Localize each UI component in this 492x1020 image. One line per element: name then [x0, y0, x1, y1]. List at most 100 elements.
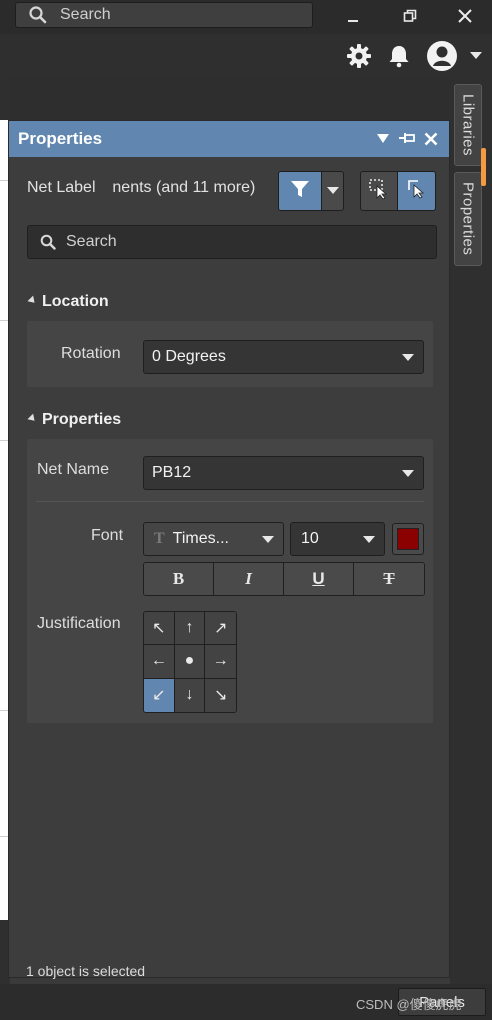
watermark: CSDN @傻傻虎虎 — [356, 997, 462, 1012]
rotation-select[interactable]: 0 Degrees — [143, 340, 424, 374]
close-icon[interactable] — [452, 4, 478, 28]
collapse-triangle-icon — [27, 295, 38, 306]
arrow-up-icon: ↑ — [185, 619, 194, 637]
justify-top-center[interactable]: ↑ — [174, 612, 206, 646]
properties-section-header[interactable]: Properties — [27, 411, 121, 429]
properties-section-title: Properties — [42, 411, 122, 428]
truetype-font-icon: T — [154, 530, 165, 547]
select-objects-button[interactable] — [360, 171, 398, 211]
panel-title: Properties — [18, 129, 103, 148]
arrow-down-left-icon: ↙ — [152, 687, 166, 705]
pin-icon[interactable] — [397, 129, 417, 149]
object-type-row: Net Label nents (and 11 more) — [27, 171, 437, 211]
justify-center-right[interactable]: → — [205, 645, 236, 679]
filter-button[interactable] — [278, 171, 322, 211]
arrow-up-left-icon: ↖ — [152, 620, 166, 638]
object-type-name: Net Label — [27, 179, 96, 196]
underline-button[interactable]: U — [284, 563, 354, 595]
justification-grid: ↖ ↑ ↗ ← ● → ↙ ↓ ↘ — [143, 611, 237, 713]
bold-button[interactable]: B — [144, 563, 214, 595]
rotation-label: Rotation — [61, 345, 121, 362]
selection-status: 1 object is selected — [26, 963, 146, 979]
font-style-buttons: B I U T — [143, 562, 425, 596]
properties-panel: Properties Net Label nents (and 11 more) — [8, 120, 450, 979]
justify-top-left[interactable]: ↖ — [144, 612, 175, 646]
arrow-left-icon: ← — [150, 652, 167, 670]
object-type-label: Net Label nents (and 11 more) — [27, 179, 277, 197]
rotation-value: 0 Degrees — [152, 348, 226, 365]
location-section-header[interactable]: Location — [27, 293, 109, 311]
panel-menu-icon[interactable] — [373, 129, 393, 149]
font-color-swatch — [397, 528, 419, 550]
font-color-button[interactable] — [392, 523, 424, 555]
global-search-placeholder: Search — [60, 6, 111, 23]
tab-libraries-label: Libraries — [459, 93, 477, 157]
justify-top-right[interactable]: ↗ — [205, 612, 236, 646]
justify-center-left[interactable]: ← — [144, 645, 175, 679]
net-name-value: PB12 — [152, 464, 192, 481]
filter-dropdown-button[interactable] — [322, 171, 344, 211]
panel-header: Properties — [9, 121, 449, 157]
collapse-triangle-icon — [27, 413, 38, 424]
underline-icon: U — [312, 569, 325, 588]
italic-icon: I — [245, 569, 252, 588]
justify-bottom-right[interactable]: ↘ — [205, 678, 236, 712]
font-label: Font — [91, 527, 124, 544]
justification-label: Justification — [37, 615, 121, 632]
panel-search-input[interactable]: Search — [27, 225, 437, 259]
tab-properties-label: Properties — [459, 182, 477, 256]
filter-icon — [290, 179, 310, 204]
title-bar: Search — [0, 0, 492, 34]
search-icon — [39, 233, 57, 251]
select-objects-icon — [368, 178, 390, 205]
minimize-icon[interactable] — [340, 4, 366, 28]
properties-group: Net Name PB12 Font T Times... 10 B I U T… — [27, 439, 433, 723]
status-bar: Panels CSDN @傻傻虎虎 — [0, 984, 492, 1020]
arrow-right-icon: → — [212, 652, 229, 670]
location-section-title: Location — [42, 293, 109, 310]
net-name-select[interactable]: PB12 — [143, 456, 424, 490]
restore-icon[interactable] — [397, 4, 423, 28]
scroll-indicator[interactable] — [481, 148, 486, 186]
chevron-down-icon — [326, 182, 339, 200]
panel-search-placeholder: Search — [66, 233, 117, 250]
search-icon — [28, 5, 48, 25]
location-group: Rotation 0 Degrees — [27, 321, 433, 387]
bold-icon: B — [172, 569, 185, 588]
net-name-label: Net Name — [37, 461, 110, 478]
arrow-down-right-icon: ↘ — [213, 687, 228, 705]
top-toolbar — [0, 34, 492, 76]
font-size-value: 10 — [301, 530, 319, 547]
arrow-down-icon: ↓ — [185, 686, 194, 704]
tab-libraries[interactable]: Libraries — [454, 84, 482, 166]
panel-close-icon[interactable] — [421, 129, 441, 149]
side-tab-bar: Libraries Properties — [450, 76, 492, 984]
select-cursor-button[interactable] — [398, 171, 436, 211]
document-tab-strip — [0, 76, 450, 120]
schematic-canvas-edge — [0, 120, 8, 920]
user-avatar-icon[interactable] — [425, 39, 459, 73]
center-dot-icon: ● — [184, 652, 195, 670]
chevron-down-icon — [402, 470, 414, 477]
chevron-down-icon — [262, 536, 274, 543]
justify-center[interactable]: ● — [174, 645, 206, 679]
arrow-up-right-icon: ↗ — [213, 620, 228, 638]
bell-icon[interactable] — [385, 42, 413, 70]
divider — [36, 501, 424, 502]
justify-bottom-left[interactable]: ↙ — [144, 678, 175, 712]
font-size-select[interactable]: 10 — [290, 522, 385, 556]
font-family-select[interactable]: T Times... — [143, 522, 284, 556]
global-search-input[interactable]: Search — [15, 2, 313, 28]
object-filter-summary: nents (and 11 more) — [112, 179, 256, 196]
gear-icon[interactable] — [345, 42, 373, 70]
italic-button[interactable]: I — [214, 563, 284, 595]
strikethrough-icon: T — [383, 569, 395, 588]
strikethrough-button[interactable]: T — [354, 563, 424, 595]
cursor-arrow-icon — [406, 178, 428, 205]
chevron-down-icon[interactable] — [466, 42, 486, 70]
chevron-down-icon — [402, 354, 414, 361]
chevron-down-icon — [363, 536, 375, 543]
font-family-value: Times... — [172, 530, 229, 547]
justify-bottom-center[interactable]: ↓ — [174, 678, 206, 712]
tab-properties[interactable]: Properties — [454, 172, 482, 266]
